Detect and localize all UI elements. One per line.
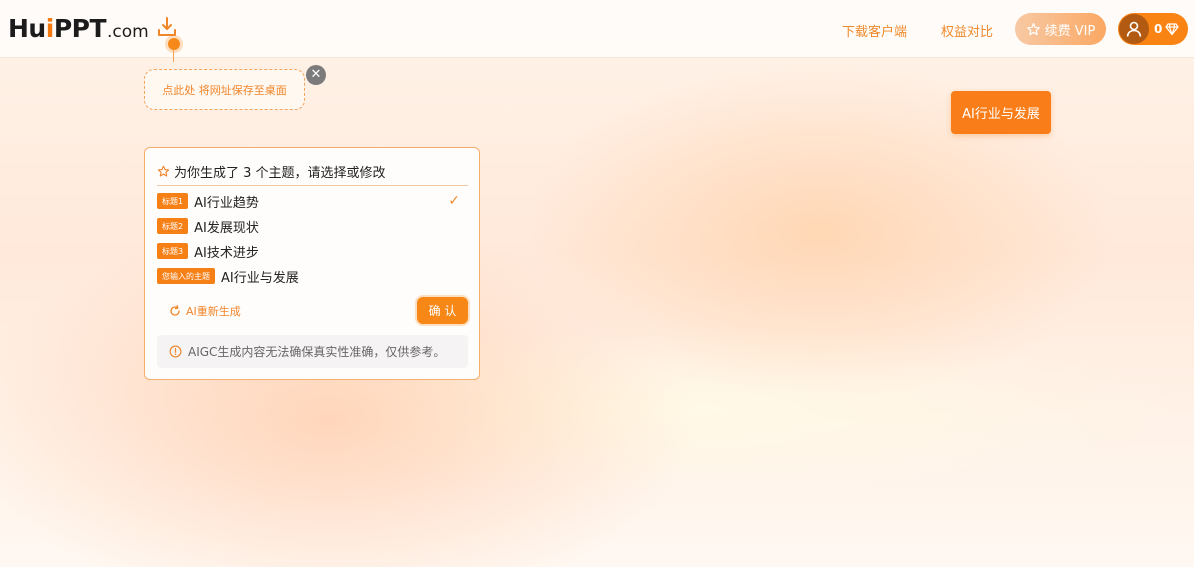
save-to-desktop-tip[interactable]: 点此处 将网址保存至桌面 bbox=[144, 69, 305, 110]
topic-badge: 标题2 bbox=[157, 218, 189, 234]
topic-badge: 标题1 bbox=[157, 193, 189, 209]
topic-text: AI行业与发展 bbox=[221, 270, 299, 286]
topic-option-1[interactable]: 标题1 AI行业趋势 ✓ bbox=[157, 191, 468, 211]
download-icon[interactable] bbox=[156, 16, 178, 38]
topic-text: AI发展现状 bbox=[194, 220, 259, 236]
user-icon bbox=[1126, 21, 1142, 37]
divider bbox=[157, 185, 468, 186]
topic-option-3[interactable]: 标题3 AI技术进步 bbox=[157, 241, 468, 261]
regenerate-button[interactable]: AI重新生成 bbox=[169, 303, 241, 319]
topic-text: AI技术进步 bbox=[194, 245, 259, 261]
check-icon: ✓ bbox=[448, 193, 460, 209]
refresh-icon bbox=[170, 305, 180, 316]
pin-dot-icon bbox=[168, 38, 180, 50]
vip-label: 续费 VIP bbox=[1044, 23, 1096, 39]
star-icon bbox=[1026, 22, 1040, 35]
info-icon bbox=[169, 345, 182, 358]
close-icon[interactable]: ✕ bbox=[306, 65, 326, 85]
card-header: 为你生成了 3 个主题，请选择或修改 bbox=[157, 162, 386, 181]
top-header: HuiPPT .com 下载客户端 权益对比 续费 VIP 0 bbox=[0, 0, 1194, 58]
coin-count: 0 bbox=[1154, 22, 1163, 36]
logo-tld: .com bbox=[107, 22, 149, 42]
disclaimer-text: AIGC生成内容无法确保真实性准确，仅供参考。 bbox=[188, 345, 446, 359]
renew-vip-button[interactable]: 续费 VIP bbox=[1015, 13, 1106, 45]
topic-option-user-input[interactable]: 您输入的主题 AI行业与发展 bbox=[157, 266, 468, 286]
logo-text: HuiPPT bbox=[8, 14, 107, 43]
huippt-logo[interactable]: HuiPPT .com bbox=[8, 14, 149, 46]
aigc-disclaimer: AIGC生成内容无法确保真实性准确，仅供参考。 bbox=[157, 335, 468, 368]
topic-badge: 标题3 bbox=[157, 243, 189, 259]
regenerate-label: AI重新生成 bbox=[186, 305, 241, 318]
selected-topic-tag[interactable]: AI行业与发展 bbox=[951, 91, 1051, 134]
topic-text: AI行业趋势 bbox=[194, 195, 259, 211]
nav-download-client[interactable]: 下载客户端 bbox=[842, 21, 907, 40]
confirm-button[interactable]: 确 认 bbox=[417, 297, 468, 324]
topic-badge: 您输入的主题 bbox=[157, 268, 215, 284]
star-outline-icon bbox=[157, 165, 170, 177]
topic-option-2[interactable]: 标题2 AI发展现状 bbox=[157, 216, 468, 236]
avatar bbox=[1119, 14, 1149, 44]
pin-line bbox=[173, 50, 174, 62]
card-title: 为你生成了 3 个主题，请选择或修改 bbox=[174, 166, 386, 181]
nav-benefits-compare[interactable]: 权益对比 bbox=[941, 21, 993, 40]
user-account-button[interactable]: 0 bbox=[1118, 13, 1188, 45]
topic-selection-card: 为你生成了 3 个主题，请选择或修改 标题1 AI行业趋势 ✓ 标题2 AI发展… bbox=[144, 147, 480, 380]
save-tip-text: 点此处 将网址保存至桌面 bbox=[162, 83, 287, 97]
diamond-icon bbox=[1165, 23, 1179, 36]
